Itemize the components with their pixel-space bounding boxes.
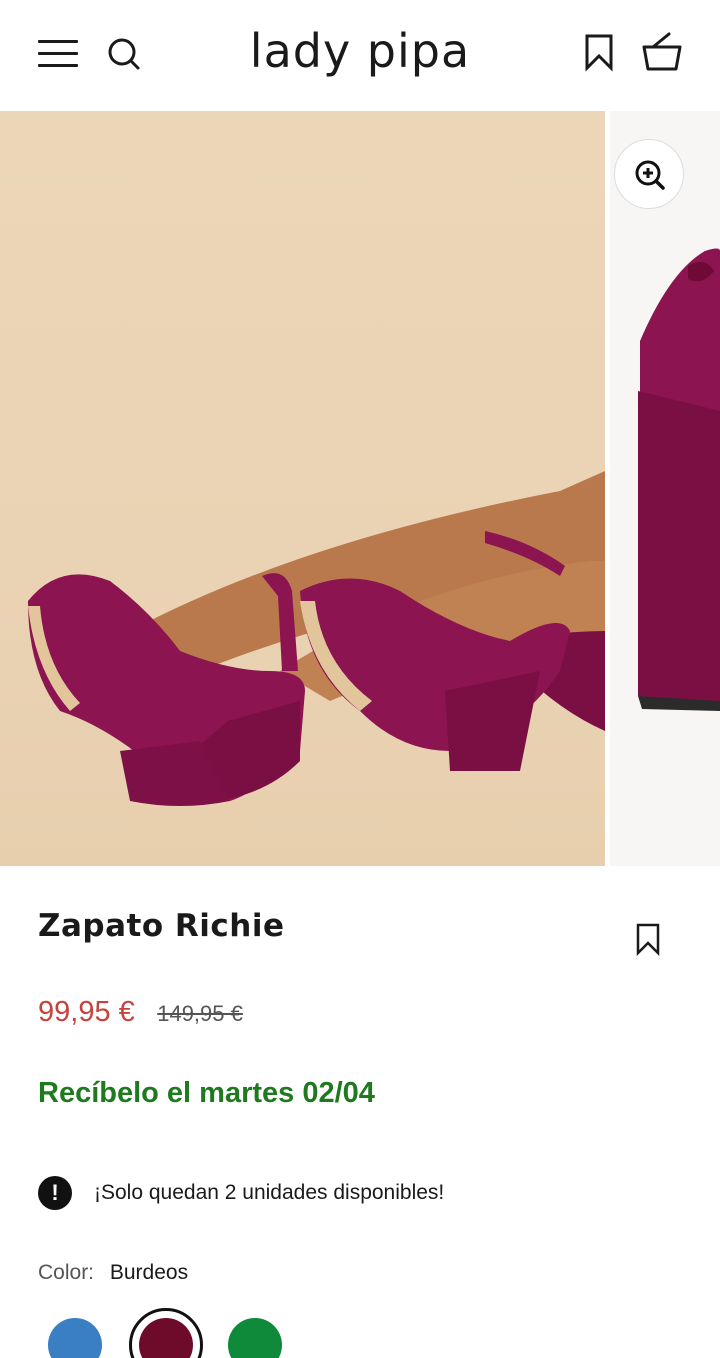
price-row: 99,95 € 149,95 € — [38, 996, 243, 1036]
color-selection: Color: Burdeos — [38, 1261, 188, 1285]
product-image[interactable] — [0, 111, 605, 866]
bookmark-icon[interactable] — [580, 32, 618, 72]
next-product-image[interactable] — [610, 111, 720, 866]
shoe-photo-next — [638, 248, 720, 711]
shoe-photo — [28, 471, 605, 806]
site-header: lady pipa — [0, 0, 720, 111]
color-swatch-blue[interactable] — [48, 1318, 102, 1358]
sale-price: 99,95 € — [38, 996, 135, 1028]
basket-icon[interactable] — [638, 30, 686, 74]
color-label: Color: — [38, 1261, 95, 1284]
wishlist-bookmark-icon[interactable] — [632, 922, 664, 957]
stock-warning-text: ¡Solo quedan 2 unidades disponibles! — [94, 1181, 445, 1204]
zoom-button[interactable] — [614, 139, 684, 209]
delivery-estimate: Recíbelo el martes 02/04 — [38, 1077, 375, 1109]
exclamation-icon: ! — [38, 1176, 72, 1210]
zoom-in-icon — [635, 160, 665, 190]
color-value: Burdeos — [109, 1261, 189, 1284]
product-gallery[interactable] — [0, 111, 720, 866]
product-title: Zapato Richie — [38, 908, 285, 944]
color-swatch-green[interactable] — [228, 1318, 282, 1358]
original-price: 149,95 € — [157, 1001, 243, 1026]
